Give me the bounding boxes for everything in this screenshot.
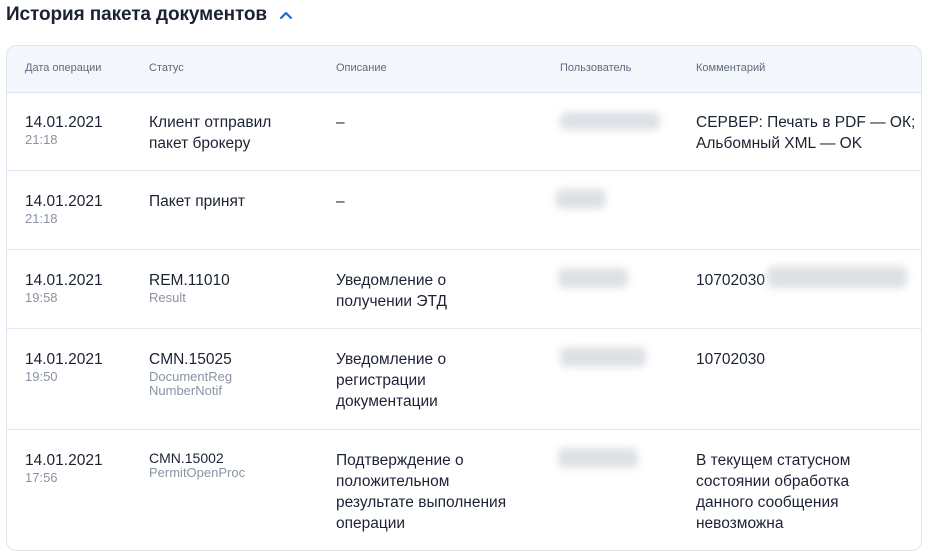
table-row: 14.01.2021 17:56 CMN.15002 PermitOpenPro…: [7, 430, 921, 550]
row-comment: 10702030: [696, 351, 765, 368]
row-time: 19:58: [25, 290, 58, 305]
header-description: Описание: [336, 62, 387, 74]
table-row: 14.01.2021 19:58 REM.11010 Result Уведом…: [7, 250, 921, 329]
header-user: Пользователь: [560, 62, 632, 74]
row-comment: СЕРВЕР: Печать в PDF — ОК; Альбомный XML…: [696, 114, 916, 152]
row-date-cell: 14.01.2021 17:56: [25, 450, 103, 485]
row-date-cell: 14.01.2021 19:50: [25, 349, 103, 384]
chevron-up-icon[interactable]: [279, 8, 293, 22]
row-status-cell: REM.11010 Result: [149, 270, 230, 305]
row-date: 14.01.2021: [25, 272, 103, 289]
redacted-user: [560, 112, 660, 130]
row-status: Клиент отправил пакет брокеру: [149, 114, 272, 152]
row-date: 14.01.2021: [25, 114, 103, 131]
redacted-user: [558, 268, 628, 288]
row-date: 14.01.2021: [25, 193, 103, 210]
row-status: Пакет принят: [149, 193, 245, 210]
redacted-user: [558, 448, 638, 468]
row-date: 14.01.2021: [25, 452, 103, 469]
header-date: Дата операции: [25, 62, 102, 74]
redacted-user: [560, 347, 646, 367]
row-status-cell: CMN.15002 PermitOpenProc: [149, 450, 245, 480]
row-status-sub: DocumentReg NumberNotif: [149, 369, 233, 398]
row-status-sub: Result: [149, 290, 186, 305]
row-time: 21:18: [25, 211, 58, 226]
row-date: 14.01.2021: [25, 351, 103, 368]
history-table: Дата операции Статус Описание Пользовате…: [6, 45, 922, 551]
row-time: 21:18: [25, 132, 58, 147]
row-date-cell: 14.01.2021 21:18: [25, 191, 103, 226]
table-header: Дата операции Статус Описание Пользовате…: [7, 46, 921, 93]
table-row: 14.01.2021 21:18 Клиент отправил пакет б…: [7, 92, 921, 171]
row-description: –: [336, 193, 345, 210]
row-description: Подтверждение о положительном результате…: [336, 452, 507, 532]
row-comment: 10702030: [696, 272, 765, 289]
row-status-code: REM.11010: [149, 272, 230, 289]
row-status-code: CMN.15002: [149, 450, 224, 466]
row-date-cell: 14.01.2021 21:18: [25, 112, 103, 147]
row-description: –: [336, 114, 345, 131]
row-time: 19:50: [25, 369, 58, 384]
row-comment: В текущем статусном состоянии обработка …: [696, 452, 851, 532]
row-time: 17:56: [25, 470, 58, 485]
row-status-cell: CMN.15025 DocumentReg NumberNotif: [149, 349, 259, 398]
row-date-cell: 14.01.2021 19:58: [25, 270, 103, 305]
row-status-sub: PermitOpenProc: [149, 465, 246, 480]
row-description: Уведомление о регистрации документации: [336, 351, 447, 410]
table-row: 14.01.2021 21:18 Пакет принят –: [7, 171, 921, 250]
redacted-comment: [767, 266, 907, 288]
section-header-toggle[interactable]: История пакета документов: [6, 2, 293, 28]
row-description: Уведомление о получении ЭТД: [336, 272, 447, 310]
header-status: Статус: [149, 62, 184, 74]
redacted-user: [556, 189, 606, 209]
row-status-code: CMN.15025: [149, 351, 232, 368]
section-title: История пакета документов: [6, 4, 267, 25]
header-comment: Комментарий: [696, 62, 766, 74]
table-row: 14.01.2021 19:50 CMN.15025 DocumentReg N…: [7, 329, 921, 430]
